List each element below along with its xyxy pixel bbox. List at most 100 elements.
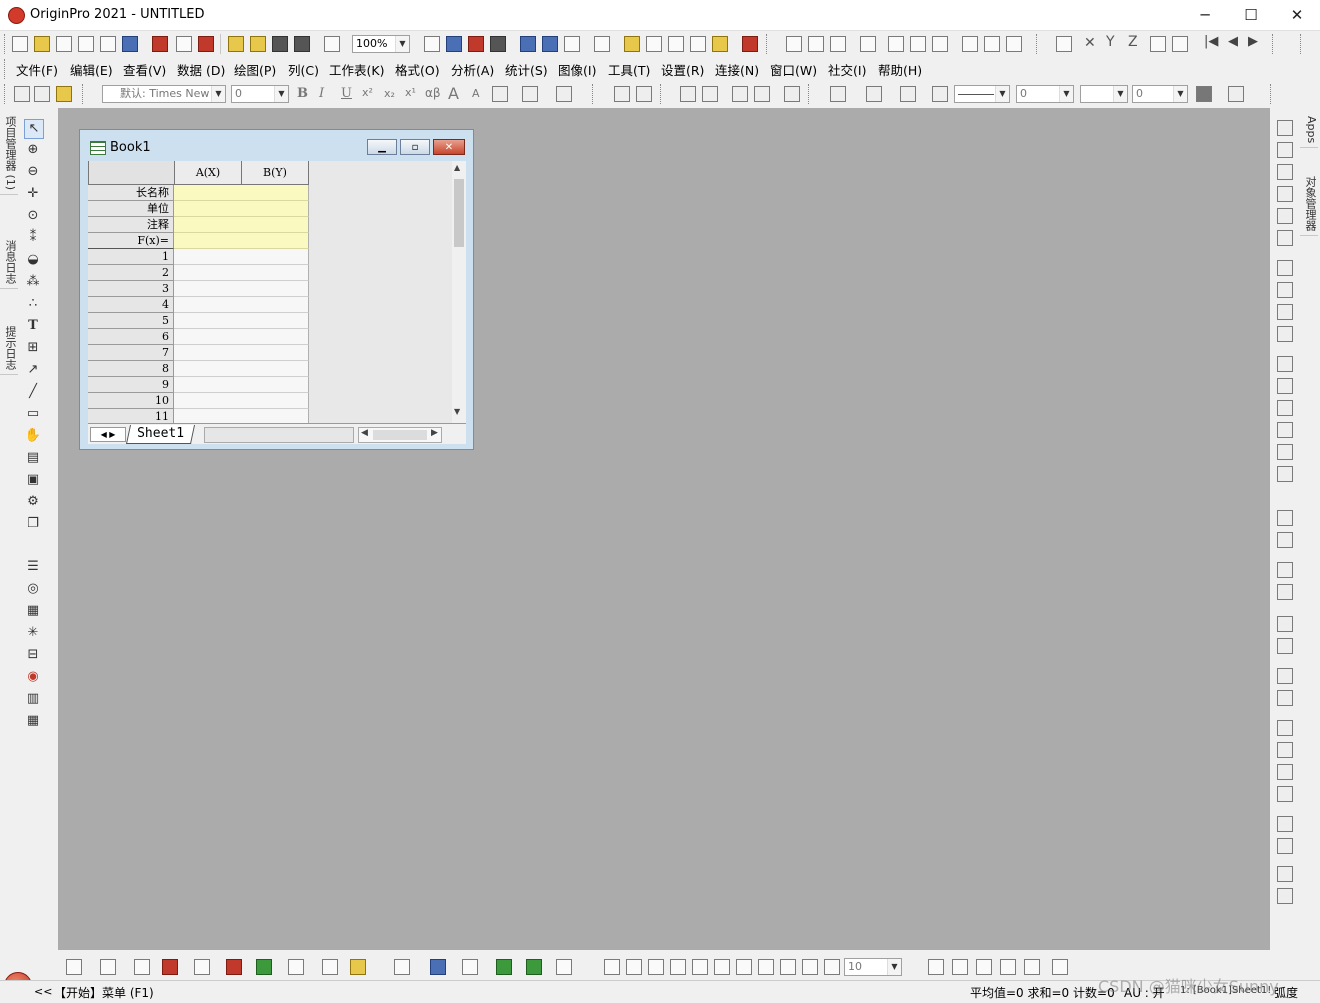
- plot-type-icon[interactable]: [758, 959, 774, 975]
- plot-type-icon[interactable]: [1024, 959, 1040, 975]
- film-icon[interactable]: [490, 36, 506, 52]
- insert-table-icon[interactable]: ⚙: [24, 493, 42, 511]
- meta-row-comments[interactable]: 注释: [88, 217, 174, 233]
- menu-format[interactable]: 格式(O): [395, 60, 440, 79]
- zoom-select[interactable]: 100% ▼: [352, 35, 410, 53]
- record-icon[interactable]: ◉: [24, 668, 42, 686]
- layout-tool-icon[interactable]: [1277, 690, 1293, 706]
- plot-type-icon[interactable]: [1000, 959, 1016, 975]
- data-selector-icon[interactable]: [646, 36, 662, 52]
- zoom-out-icon[interactable]: ⊖: [24, 163, 42, 181]
- layout-tool-icon[interactable]: [1277, 400, 1293, 416]
- menu-plot[interactable]: 绘图(P): [234, 60, 276, 79]
- close-button[interactable]: ✕: [1274, 0, 1320, 30]
- layout-tool-icon[interactable]: [1277, 326, 1293, 342]
- swap-icon[interactable]: [732, 86, 748, 102]
- book-restore-button[interactable]: ▫: [400, 139, 430, 155]
- folder-icon[interactable]: ▥: [24, 690, 42, 708]
- copy-icon[interactable]: [34, 86, 50, 102]
- row-header[interactable]: 3: [88, 281, 174, 297]
- tab-message-log[interactable]: 消息日志: [0, 236, 18, 289]
- line-width-select[interactable]: 0 ▼: [1016, 85, 1074, 103]
- grid-corner[interactable]: [88, 161, 175, 185]
- data-reader-icon[interactable]: [668, 36, 684, 52]
- hatch-icon[interactable]: [1196, 86, 1212, 102]
- arrow-tool-icon[interactable]: ↗: [24, 361, 42, 379]
- layout-tool-icon[interactable]: [1277, 720, 1293, 736]
- text-tool-icon[interactable]: T: [24, 317, 42, 335]
- toolbar-grip[interactable]: [4, 34, 8, 54]
- set-values-icon[interactable]: [860, 36, 876, 52]
- row-header[interactable]: 2: [88, 265, 174, 281]
- error-bar-icon[interactable]: [1056, 36, 1072, 52]
- meta-cell[interactable]: [174, 233, 242, 249]
- plot-type-icon[interactable]: [462, 959, 478, 975]
- print-icon[interactable]: [424, 36, 440, 52]
- plot-type-icon[interactable]: [714, 959, 730, 975]
- meta-cell[interactable]: [174, 201, 242, 217]
- bold-button[interactable]: B: [297, 86, 308, 101]
- toolbar-grip[interactable]: [660, 84, 664, 104]
- region-select-icon[interactable]: ⁂: [24, 273, 42, 291]
- data-cell[interactable]: [241, 345, 309, 361]
- data-reader-icon[interactable]: ⊙: [24, 207, 42, 225]
- menu-view[interactable]: 查看(V): [123, 60, 166, 79]
- layout-tool-icon[interactable]: [1277, 584, 1293, 600]
- row-header[interactable]: 4: [88, 297, 174, 313]
- toolbar-grip[interactable]: [766, 34, 770, 54]
- border-icon[interactable]: [1228, 86, 1244, 102]
- toolbar-grip[interactable]: [1036, 34, 1040, 54]
- screen-reader-icon[interactable]: ✛: [24, 185, 42, 203]
- plot-type-icon[interactable]: [692, 959, 708, 975]
- layout-tool-icon[interactable]: [1277, 562, 1293, 578]
- grid-icon[interactable]: [636, 86, 652, 102]
- meta-cell[interactable]: [174, 217, 242, 233]
- row-header[interactable]: 6: [88, 329, 174, 345]
- supsub-button[interactable]: x¹: [405, 86, 416, 99]
- data-cell[interactable]: [241, 409, 309, 423]
- data-cell[interactable]: [174, 281, 242, 297]
- save-template-icon[interactable]: [294, 36, 310, 52]
- data-cell[interactable]: [174, 377, 242, 393]
- superscript-button[interactable]: x²: [362, 86, 373, 99]
- data-cell[interactable]: [174, 393, 242, 409]
- greek-button[interactable]: αβ: [425, 86, 441, 100]
- bottom-value-select[interactable]: 10 ▼: [844, 958, 902, 976]
- meta-row-units[interactable]: 单位: [88, 201, 174, 217]
- layout-tool-icon[interactable]: [1277, 532, 1293, 548]
- data-cell[interactable]: [241, 281, 309, 297]
- draw-data-icon[interactable]: ∴: [24, 295, 42, 313]
- layout-tool-icon[interactable]: [1277, 510, 1293, 526]
- data-cell[interactable]: [241, 361, 309, 377]
- pattern-icon[interactable]: [522, 86, 538, 102]
- data-cell[interactable]: [174, 249, 242, 265]
- layout-tool-icon[interactable]: [1277, 142, 1293, 158]
- plot-type-icon[interactable]: [430, 959, 446, 975]
- menu-edit[interactable]: 编辑(E): [70, 60, 113, 79]
- layout-tool-icon[interactable]: [1277, 230, 1293, 246]
- data-cell[interactable]: [241, 329, 309, 345]
- plot-type-icon[interactable]: [1052, 959, 1068, 975]
- toolbar-grip[interactable]: [808, 84, 812, 104]
- data-cell[interactable]: [174, 313, 242, 329]
- rectangle-tool-icon[interactable]: ▭: [24, 405, 42, 423]
- plot-type-icon[interactable]: [394, 959, 410, 975]
- open-icon[interactable]: [228, 36, 244, 52]
- tab-project-explorer[interactable]: 项目管理器 (1): [0, 112, 18, 196]
- formula-icon[interactable]: ▦: [24, 602, 42, 620]
- merge-icon[interactable]: [614, 86, 630, 102]
- plot-type-icon[interactable]: [322, 959, 338, 975]
- book-minimize-button[interactable]: ▁: [367, 139, 397, 155]
- open-template-icon[interactable]: [250, 36, 266, 52]
- toolbar-grip[interactable]: [592, 84, 596, 104]
- plot-type-icon[interactable]: [226, 959, 242, 975]
- align-icon[interactable]: [492, 86, 508, 102]
- plot-type-icon[interactable]: [350, 959, 366, 975]
- layout-tool-icon[interactable]: [1277, 378, 1293, 394]
- layout-tool-icon[interactable]: [1277, 616, 1293, 632]
- plot-type-icon[interactable]: [604, 959, 620, 975]
- menu-worksheet[interactable]: 工作表(K): [329, 60, 384, 79]
- pattern-color-select[interactable]: ▼: [1080, 85, 1128, 103]
- axis-z-label[interactable]: Z: [1128, 34, 1138, 50]
- row-header[interactable]: 9: [88, 377, 174, 393]
